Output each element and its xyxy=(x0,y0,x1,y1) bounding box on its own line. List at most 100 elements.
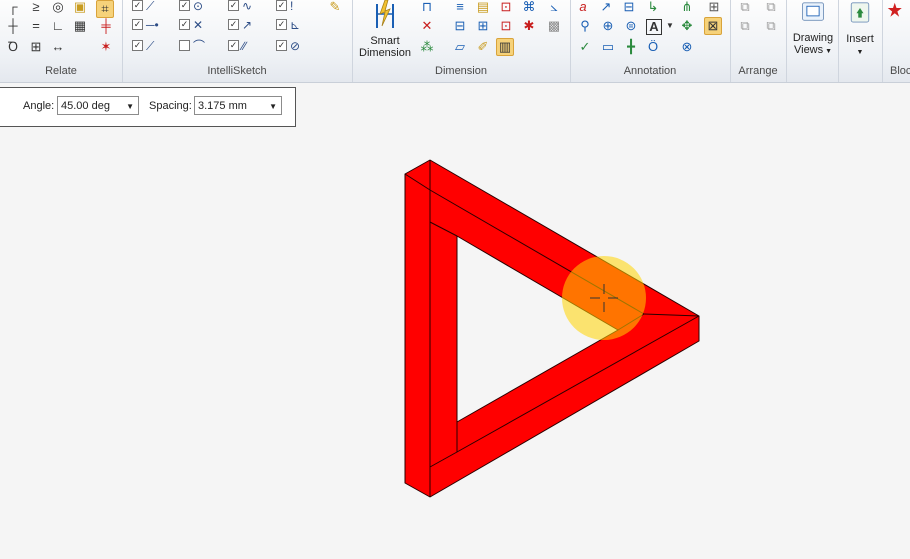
callout-icon[interactable]: ⚲ xyxy=(578,19,592,33)
smart-dimension-button[interactable]: Smart Dimension xyxy=(356,0,414,59)
parallel-lines-icon: ∕∕ xyxy=(242,39,247,53)
intersection-point-icon: ✕ xyxy=(193,18,204,32)
insert-dropdown-icon: ▼ xyxy=(856,49,864,56)
intellisketch-checkbox[interactable]: ✓ xyxy=(276,19,287,30)
text-icon[interactable]: a xyxy=(576,0,590,14)
tangent-icon[interactable]: Ꝺ xyxy=(6,40,20,54)
drawing-views-icon xyxy=(802,2,824,21)
parallel-icon[interactable]: ≥ xyxy=(29,0,43,14)
intellisketch-checkbox[interactable]: ✓ xyxy=(228,19,239,30)
edge-condition-icon[interactable]: ⊞ xyxy=(707,0,721,14)
dimension-group-icon[interactable]: ▩ xyxy=(547,19,561,33)
dimension-group: Smart Dimension ⊓ ✕ ⁂ ≡ ⊟ ▱ ▤ ⊞ ✐ ⊡ ⊡ ▥ … xyxy=(352,0,571,82)
drawing-views-dropdown-icon: ▼ xyxy=(823,48,833,55)
perpendicular-icon[interactable]: ∟ xyxy=(51,19,65,33)
angle-dropdown-icon[interactable]: ▼ xyxy=(126,97,134,116)
intellisketch-checkbox[interactable]: ✓ xyxy=(276,40,287,51)
weld-symbol-icon[interactable]: ↳ xyxy=(646,0,660,14)
send-to-back-icon[interactable]: ⧉ xyxy=(764,0,778,14)
intellisketch-checkbox[interactable]: ✓ xyxy=(132,0,143,11)
datum-target-icon[interactable]: ⋔ xyxy=(680,0,694,14)
spacing-dropdown-icon[interactable]: ▼ xyxy=(269,97,277,116)
intellisketch-checkbox[interactable]: ✓ xyxy=(179,19,190,30)
maintain-relationships-icon[interactable]: ╪ xyxy=(99,19,113,33)
arrange-group: ⧉ ⧉ ⧉ ⧉ Arrange xyxy=(730,0,787,82)
relationship-handle-icon[interactable]: ⌗ xyxy=(96,0,114,18)
center-mark-icon[interactable]: ╋ xyxy=(624,40,638,54)
intellisketch-checkbox[interactable] xyxy=(179,40,190,51)
equal-icon[interactable]: = xyxy=(29,19,43,33)
blocks-button[interactable] xyxy=(886,0,910,32)
bring-to-front-icon[interactable]: ⧉ xyxy=(738,0,752,14)
angle-label: Angle: xyxy=(23,100,55,112)
angle-24-icon[interactable]: ⦣ xyxy=(547,0,561,14)
attribute-text-icon[interactable]: ▭ xyxy=(601,40,615,54)
update-dimension-icon[interactable]: ⊡ xyxy=(499,0,513,14)
endpoint-icon: ⟋ xyxy=(146,0,155,13)
curve-point-icon: ∿ xyxy=(242,0,253,13)
relate-group-label: Relate xyxy=(45,65,77,77)
send-backward-icon[interactable]: ⧉ xyxy=(764,19,778,33)
surface-texture-icon[interactable]: ⊜ xyxy=(624,19,638,33)
intersect-icon[interactable]: ┼ xyxy=(6,19,20,33)
bolt-hole-circle-icon[interactable]: Ö xyxy=(646,40,660,54)
spacing-combo[interactable]: 3.175 mm ▼ xyxy=(194,96,282,115)
point-on-element-icon: ⟋ xyxy=(146,39,155,53)
drawing-canvas[interactable] xyxy=(0,130,910,559)
symmetric-diameter-icon[interactable]: ≡ xyxy=(453,0,467,14)
intellisketch-checkbox[interactable]: ✓ xyxy=(228,40,239,51)
drawing-views-label-1: Drawing xyxy=(792,32,834,44)
check-dimensions-icon[interactable]: ✱ xyxy=(522,19,536,33)
intellisketch-checkbox[interactable]: ✓ xyxy=(228,0,239,11)
angular-coordinate-icon[interactable]: ⊟ xyxy=(453,19,467,33)
center-line-icon[interactable]: ⊗ xyxy=(680,40,694,54)
attach-dimension-icon[interactable]: ✐ xyxy=(476,40,490,54)
horizontal-vertical-icon[interactable]: ↔ xyxy=(51,40,65,54)
arc-point-icon: ⌒ xyxy=(193,39,206,53)
chamfer-dimension-icon[interactable]: ▱ xyxy=(453,40,467,54)
drawing-views-button[interactable]: Drawing Views ▼ xyxy=(788,0,838,58)
symmetric-icon[interactable]: ⊞ xyxy=(29,40,43,54)
eraser-icon[interactable]: ✎ xyxy=(328,0,342,14)
intellisketch-group: ✓ ⟋ ✓ ⊙ ✓ ∿ ✓ ! ✓ ─• ✓ ✕ ✓ ↗ ✓ ⊾ ✓ ⟋ ⌒ ✓… xyxy=(122,0,353,82)
relate-group: ┌ ≥ ◎ ▣ ⌗ ┼ = ∟ ▦ ╪ Ꝺ ⊞ ↔ ✶ Relate xyxy=(0,0,123,82)
lock-icon[interactable]: ▣ xyxy=(73,0,87,14)
hatch-options-bar: Angle: 45.00 deg ▼ Spacing: 3.175 mm ▼ xyxy=(0,87,296,127)
distance-dimension-icon[interactable]: ⊞ xyxy=(476,19,490,33)
rigid-set-icon[interactable]: ▦ xyxy=(73,19,87,33)
smart-dimension-icon xyxy=(376,0,394,28)
leader-icon[interactable]: ↗ xyxy=(599,0,613,14)
intellisketch-checkbox[interactable]: ✓ xyxy=(132,40,143,51)
intellisketch-checkbox[interactable]: ✓ xyxy=(276,0,287,11)
relationship-assistant-icon[interactable]: ✶ xyxy=(99,40,113,54)
dimension-style-icon[interactable]: ▤ xyxy=(476,0,490,14)
intellisketch-checkbox[interactable]: ✓ xyxy=(179,0,190,11)
intellisketch-checkbox[interactable]: ✓ xyxy=(132,19,143,30)
balloon-icon[interactable]: ⊕ xyxy=(601,19,615,33)
tangent-point-icon: ↗ xyxy=(242,18,253,32)
center-point-icon: ⊙ xyxy=(193,0,204,13)
connect-icon[interactable]: ┌ xyxy=(6,0,20,14)
midpoint-icon: ─• xyxy=(146,18,159,32)
cursor-highlight xyxy=(562,256,646,340)
blocks-label: Bloc xyxy=(890,65,910,77)
retrieve-dimensions-icon[interactable]: ⌘ xyxy=(522,0,536,14)
distance-between-icon[interactable]: ⊓ xyxy=(420,0,434,14)
datum-frame-icon[interactable]: ✓ xyxy=(578,40,592,54)
angle-combo[interactable]: 45.00 deg ▼ xyxy=(57,96,139,115)
annotation-align-icon[interactable]: ⊠ xyxy=(704,17,722,35)
bring-forward-icon[interactable]: ⧉ xyxy=(738,19,752,33)
angle-between-icon[interactable]: ✕ xyxy=(420,19,434,33)
concentric-icon[interactable]: ◎ xyxy=(51,0,65,14)
coordinate-dimension-icon[interactable]: ⁂ xyxy=(420,40,434,54)
insert-label: Insert xyxy=(846,33,874,45)
smart-dimension-label-1: Smart xyxy=(370,35,400,47)
text-box-icon[interactable]: A xyxy=(646,19,662,35)
dimension-axis-icon[interactable]: ▥ xyxy=(496,38,514,56)
trace-dimension-icon[interactable]: ⊡ xyxy=(499,19,513,33)
annotation-dropdown-icon[interactable]: ▼ xyxy=(663,19,677,33)
insert-button[interactable]: Insert ▼ xyxy=(838,0,882,59)
connector-icon[interactable]: ✥ xyxy=(680,19,694,33)
impossible-triangle[interactable] xyxy=(404,159,700,498)
feature-control-frame-icon[interactable]: ⊟ xyxy=(622,0,636,14)
